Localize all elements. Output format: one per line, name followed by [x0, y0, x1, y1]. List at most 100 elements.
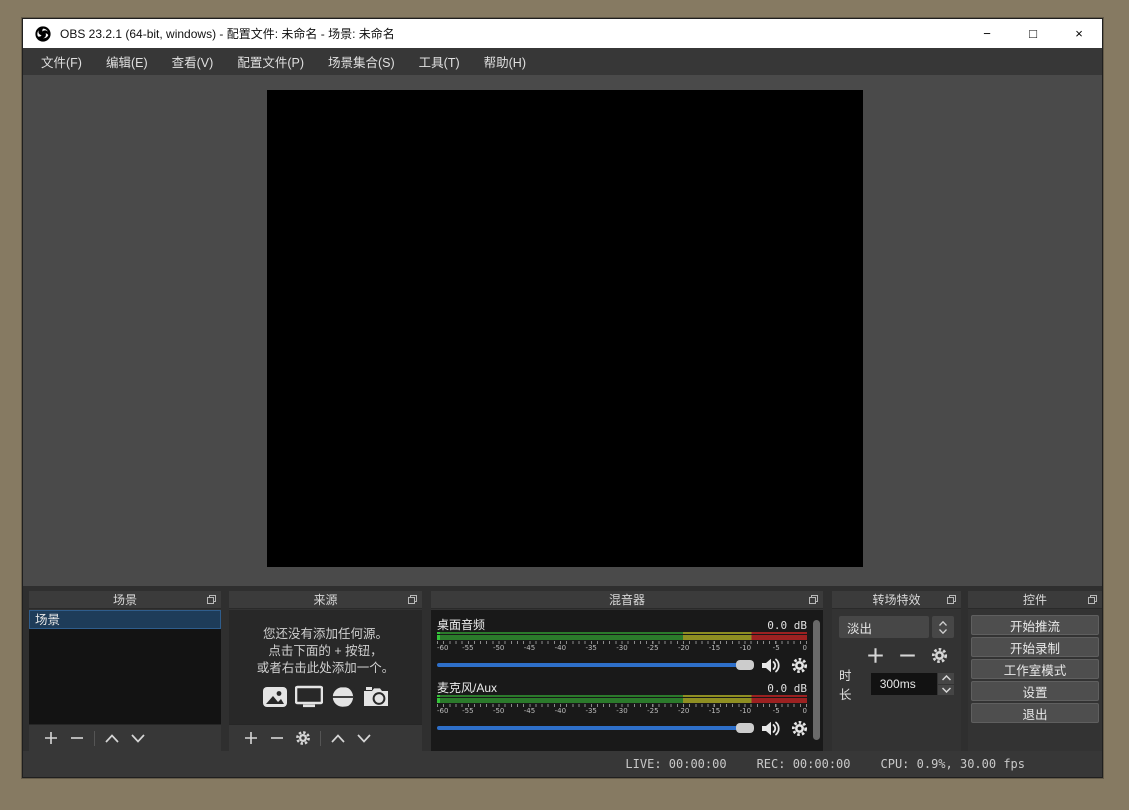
toolbar-separator — [94, 731, 95, 746]
transition-select[interactable]: 淡出 — [839, 616, 929, 638]
statusbar: LIVE: 00:00:00 REC: 00:00:00 CPU: 0.9%, … — [23, 751, 1102, 777]
menu-help[interactable]: 帮助(H) — [472, 47, 538, 76]
scene-up-button[interactable] — [99, 728, 125, 748]
volume-meter — [437, 632, 807, 634]
close-button[interactable]: × — [1056, 19, 1102, 48]
obs-logo-icon — [35, 26, 51, 42]
volume-slider[interactable] — [437, 663, 753, 667]
meter-scale-label: -30 — [616, 644, 627, 652]
sources-empty-text: 点击下面的 + 按钮， — [268, 643, 382, 660]
source-properties-gear-icon[interactable] — [290, 728, 316, 748]
mixer-channel-desktop-audio: 桌面音频 0.0 dB -60-55-50-45-40-35-30-25-20-… — [437, 616, 807, 673]
meter-scale-label: -10 — [740, 707, 751, 715]
meter-scale-label: -60 — [437, 707, 448, 715]
meter-scale-label: -40 — [555, 644, 566, 652]
start-recording-button[interactable]: 开始录制 — [971, 637, 1099, 657]
float-panel-icon[interactable] — [809, 595, 818, 604]
volume-slider-handle[interactable] — [736, 660, 754, 670]
remove-transition-button[interactable] — [899, 647, 916, 664]
program-canvas[interactable] — [267, 90, 863, 567]
meter-scale-label: -50 — [493, 707, 504, 715]
menu-scene-collection[interactable]: 场景集合(S) — [316, 47, 407, 76]
menu-edit[interactable]: 编辑(E) — [94, 47, 160, 76]
volume-slider-handle[interactable] — [736, 723, 754, 733]
maximize-button[interactable]: □ — [1010, 19, 1056, 48]
remove-scene-button[interactable] — [64, 728, 90, 748]
float-panel-icon[interactable] — [207, 595, 216, 604]
image-source-icon — [262, 685, 288, 709]
exit-button[interactable]: 退出 — [971, 703, 1099, 723]
duration-down-button[interactable] — [938, 685, 954, 696]
meter-scale-label: -60 — [437, 644, 448, 652]
obs-main-window: OBS 23.2.1 (64-bit, windows) - 配置文件: 未命名… — [22, 18, 1103, 778]
titlebar[interactable]: OBS 23.2.1 (64-bit, windows) - 配置文件: 未命名… — [23, 19, 1102, 48]
start-streaming-button[interactable]: 开始推流 — [971, 615, 1099, 635]
controls-panel-header[interactable]: 控件 — [968, 591, 1102, 609]
add-transition-button[interactable] — [867, 647, 884, 664]
menu-profile[interactable]: 配置文件(P) — [225, 47, 316, 76]
channel-level-db: 0.0 dB — [767, 682, 807, 695]
sources-empty-text: 或者右击此处添加一个。 — [257, 660, 395, 677]
meter-scale-label: -50 — [493, 644, 504, 652]
sources-panel-header[interactable]: 来源 — [229, 591, 422, 609]
meter-scale-label: -25 — [647, 707, 658, 715]
remove-source-button[interactable] — [264, 728, 290, 748]
menu-file[interactable]: 文件(F) — [29, 47, 94, 76]
meter-scale-label: -15 — [709, 644, 720, 652]
mixer-channel-mic-aux: 麦克风/Aux 0.0 dB -60-55-50-45-40-35-30-25-… — [437, 679, 807, 736]
toolbar-separator — [320, 731, 321, 746]
transition-properties-gear-icon[interactable] — [931, 647, 948, 664]
source-down-button[interactable] — [351, 728, 377, 748]
menu-view[interactable]: 查看(V) — [160, 47, 226, 76]
scene-list: 场景 — [29, 610, 221, 724]
meter-scale-label: -10 — [740, 644, 751, 652]
scenes-toolbar — [29, 724, 221, 751]
transition-select-spinner[interactable] — [932, 616, 954, 638]
duration-up-button[interactable] — [938, 673, 954, 684]
menu-tools[interactable]: 工具(T) — [407, 47, 472, 76]
speaker-mute-icon[interactable] — [761, 657, 781, 674]
speaker-mute-icon[interactable] — [761, 720, 781, 737]
mixer-scrollbar[interactable] — [813, 620, 820, 740]
scenes-panel-header[interactable]: 场景 — [29, 591, 221, 609]
duration-value[interactable]: 300ms — [871, 673, 937, 695]
source-up-button[interactable] — [325, 728, 351, 748]
controls-panel-title: 控件 — [1023, 591, 1047, 608]
scenes-panel-title: 场景 — [113, 591, 137, 608]
channel-settings-gear-icon[interactable] — [791, 720, 808, 737]
transitions-panel-title: 转场特效 — [872, 591, 920, 608]
display-source-icon — [295, 685, 323, 709]
channel-settings-gear-icon[interactable] — [791, 657, 808, 674]
settings-button[interactable]: 设置 — [971, 681, 1099, 701]
meter-scale-label: 0 — [803, 707, 807, 715]
meter-scale-labels: -60-55-50-45-40-35-30-25-20-15-10-50 — [437, 707, 807, 715]
meter-scale-label: -25 — [647, 644, 658, 652]
float-panel-icon[interactable] — [408, 595, 417, 604]
sources-empty-area[interactable]: 您还没有添加任何源。 点击下面的 + 按钮， 或者右击此处添加一个。 — [229, 610, 422, 724]
meter-scale-label: -35 — [585, 644, 596, 652]
duration-spinbox[interactable]: 300ms — [871, 673, 954, 695]
preview-area — [23, 75, 1102, 586]
meter-scale-label: -20 — [678, 644, 689, 652]
float-panel-icon[interactable] — [1088, 595, 1097, 604]
camera-source-icon — [362, 685, 390, 709]
minimize-button[interactable]: − — [964, 19, 1010, 48]
float-panel-icon[interactable] — [947, 595, 956, 604]
meter-scale-label: -55 — [462, 644, 473, 652]
meter-scale-label: -20 — [678, 707, 689, 715]
studio-mode-button[interactable]: 工作室模式 — [971, 659, 1099, 679]
transitions-body: 淡出 时长 300ms — [832, 610, 961, 751]
controls-body: 开始推流 开始录制 工作室模式 设置 退出 — [968, 610, 1102, 730]
volume-slider[interactable] — [437, 726, 753, 730]
scene-down-button[interactable] — [125, 728, 151, 748]
sources-empty-text: 您还没有添加任何源。 — [263, 626, 388, 643]
window-controls: − □ × — [964, 19, 1102, 48]
sources-panel: 来源 您还没有添加任何源。 点击下面的 + 按钮， 或者右击此处添加一个。 — [229, 591, 422, 751]
add-scene-button[interactable] — [38, 728, 64, 748]
transitions-panel-header[interactable]: 转场特效 — [832, 591, 961, 609]
mixer-panel-header[interactable]: 混音器 — [431, 591, 823, 609]
scene-list-item[interactable]: 场景 — [29, 610, 221, 629]
volume-meter — [437, 698, 807, 703]
mixer-body: 桌面音频 0.0 dB -60-55-50-45-40-35-30-25-20-… — [431, 610, 823, 751]
add-source-button[interactable] — [238, 728, 264, 748]
